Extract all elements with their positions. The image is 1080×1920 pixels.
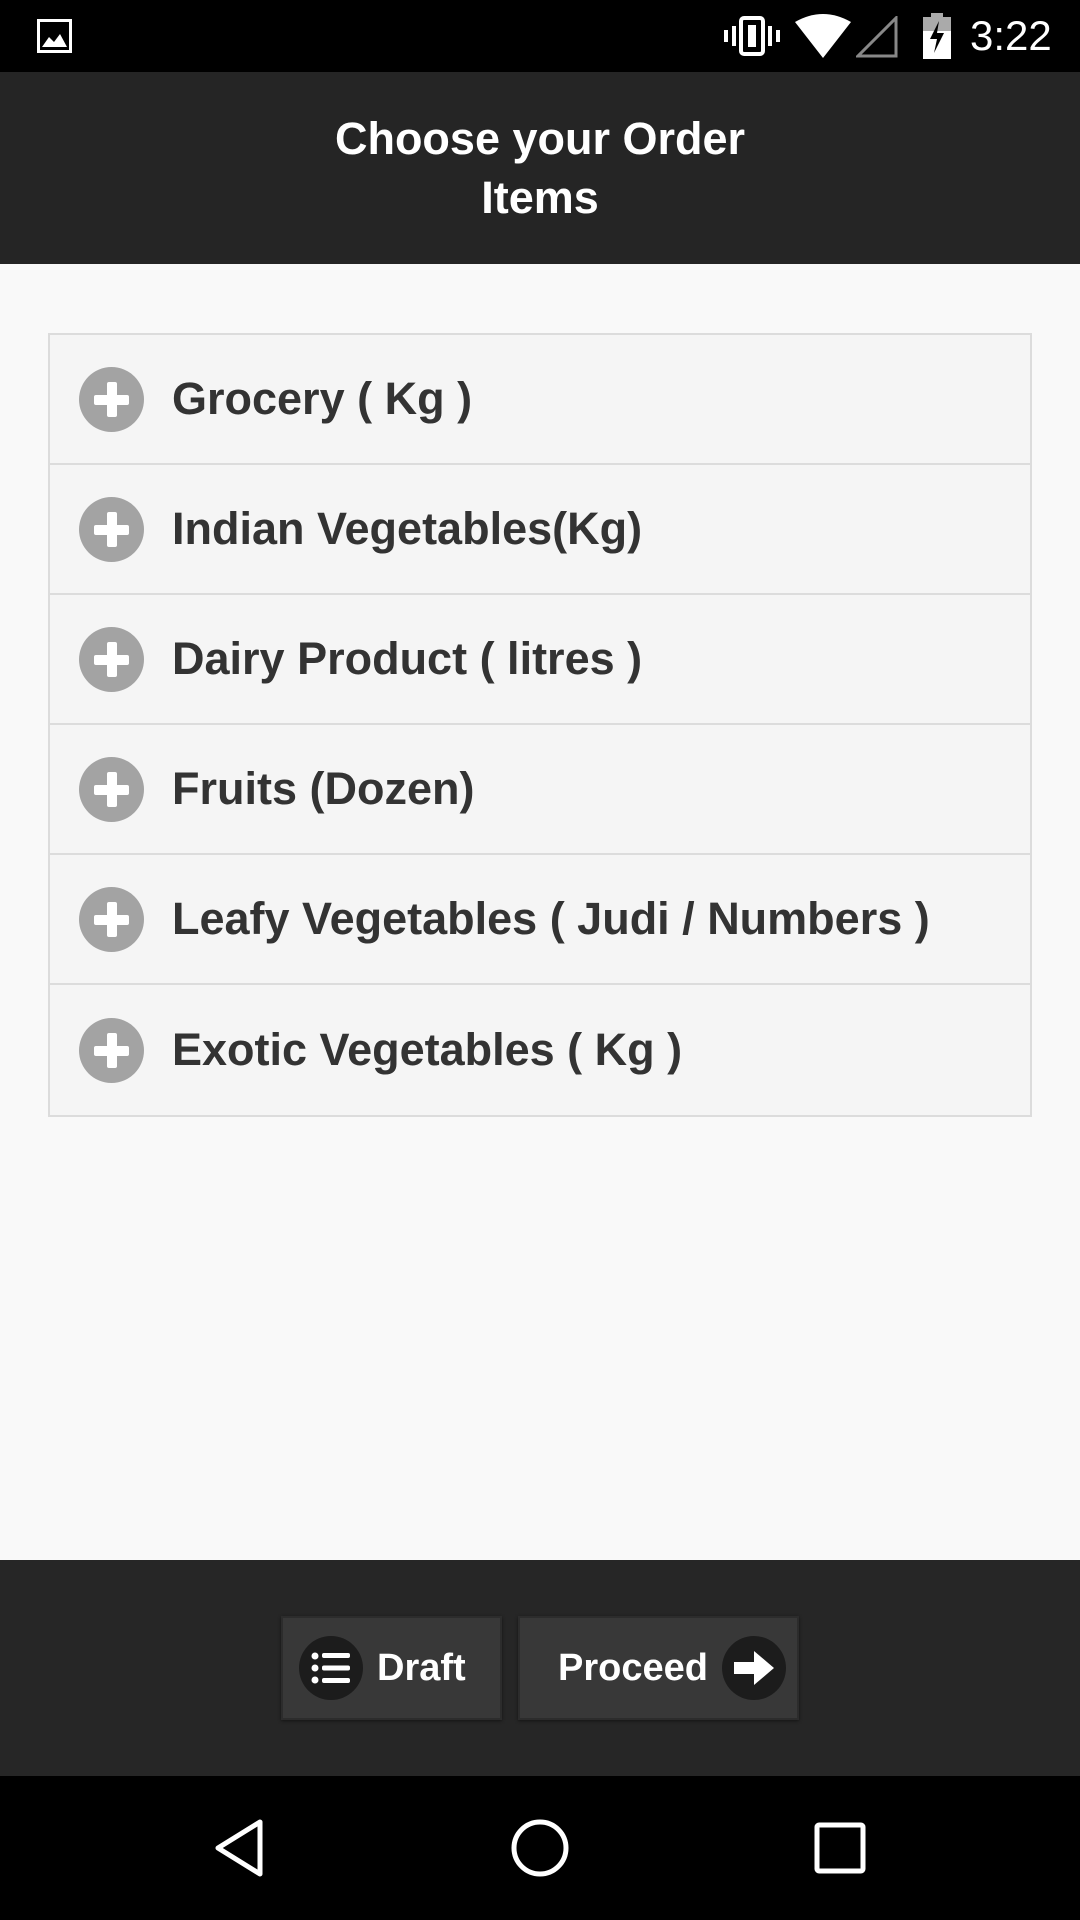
category-item-indian-vegetables[interactable]: Indian Vegetables(Kg) bbox=[50, 465, 1030, 595]
list-icon bbox=[299, 1636, 363, 1700]
app-header: Choose your Order Items bbox=[0, 72, 1080, 264]
category-label: Dairy Product ( litres ) bbox=[172, 633, 643, 684]
gallery-icon bbox=[37, 19, 72, 53]
system-nav-bar bbox=[0, 1776, 1080, 1920]
category-label: Fruits (Dozen) bbox=[172, 763, 475, 814]
status-clock: 3:22 bbox=[970, 12, 1052, 59]
category-item-dairy-product[interactable]: Dairy Product ( litres ) bbox=[50, 595, 1030, 725]
category-label: Leafy Vegetables ( Judi / Numbers ) bbox=[172, 893, 930, 944]
category-label: Exotic Vegetables ( Kg ) bbox=[172, 1024, 683, 1075]
signal-icon bbox=[856, 16, 898, 58]
category-item-exotic-vegetables[interactable]: Exotic Vegetables ( Kg ) bbox=[50, 985, 1030, 1115]
draft-button[interactable]: Draft bbox=[281, 1616, 502, 1720]
plus-circle-icon[interactable] bbox=[79, 1017, 144, 1083]
vibrate-icon bbox=[724, 16, 780, 56]
plus-circle-icon[interactable] bbox=[79, 366, 144, 432]
arrow-right-icon bbox=[721, 1636, 786, 1700]
draft-button-label: Draft bbox=[377, 1646, 466, 1689]
category-item-grocery[interactable]: Grocery ( Kg ) bbox=[50, 335, 1030, 465]
plus-circle-icon[interactable] bbox=[79, 756, 144, 822]
category-label: Indian Vegetables(Kg) bbox=[172, 503, 643, 554]
proceed-button[interactable]: Proceed bbox=[518, 1616, 799, 1720]
category-item-leafy-vegetables[interactable]: Leafy Vegetables ( Judi / Numbers ) bbox=[50, 855, 1030, 985]
category-list: Grocery ( Kg ) Indian Vegetables(Kg) Dai… bbox=[48, 333, 1032, 1117]
page-title: Choose your Order Items bbox=[334, 113, 746, 223]
plus-circle-icon[interactable] bbox=[79, 886, 144, 952]
recents-icon[interactable] bbox=[808, 1816, 872, 1880]
home-icon[interactable] bbox=[508, 1816, 572, 1880]
plus-circle-icon[interactable] bbox=[79, 626, 144, 692]
battery-charging-icon bbox=[923, 13, 951, 59]
back-icon[interactable] bbox=[208, 1816, 272, 1880]
status-bar: 3:22 bbox=[0, 0, 1080, 72]
wifi-icon bbox=[795, 14, 851, 58]
proceed-button-label: Proceed bbox=[558, 1646, 708, 1689]
plus-circle-icon[interactable] bbox=[79, 496, 144, 562]
footer-action-bar: Draft Proceed bbox=[0, 1560, 1080, 1776]
category-item-fruits[interactable]: Fruits (Dozen) bbox=[50, 725, 1030, 855]
category-label: Grocery ( Kg ) bbox=[172, 373, 473, 424]
